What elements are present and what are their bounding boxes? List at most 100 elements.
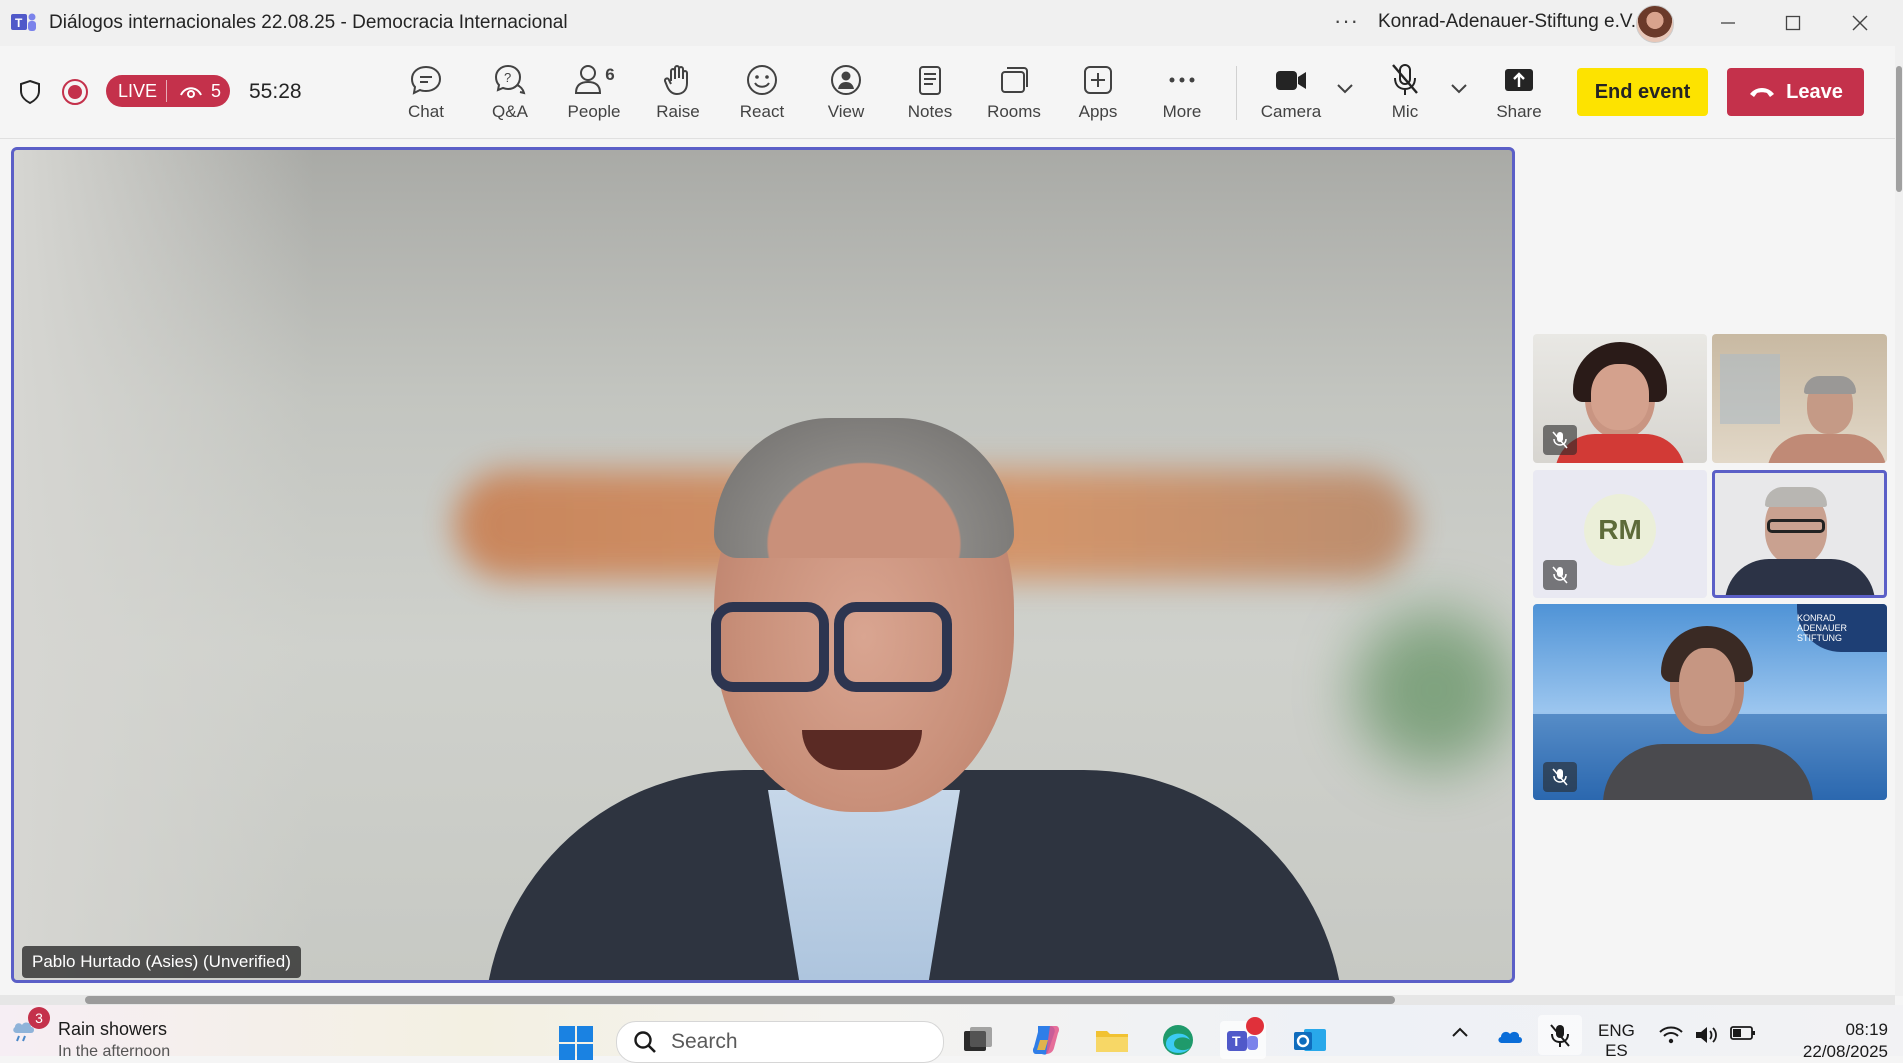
qa-icon: ? [494,64,526,95]
language-primary: ENG [1598,1021,1635,1040]
rooms-label: Rooms [987,102,1041,121]
task-view-button[interactable] [960,1021,998,1059]
speaker-hair [714,418,1014,558]
participant-hair [1804,376,1856,394]
meeting-timer: 55:28 [249,80,302,103]
apps-button[interactable]: Apps [1061,60,1135,130]
main-speaker-video[interactable]: Pablo Hurtado (Asies) (Unverified) [11,147,1515,983]
battery-icon[interactable] [1730,1025,1756,1041]
search-icon [634,1031,656,1053]
mic-label: Mic [1391,102,1419,121]
raise-hand-button[interactable]: Raise [641,60,715,130]
close-icon [1852,15,1868,31]
chat-icon [410,65,442,95]
svg-text:T: T [15,16,23,30]
video-background-plant [1354,610,1512,770]
people-label: People [567,102,621,121]
notes-label: Notes [907,102,953,121]
react-button[interactable]: React [725,60,799,130]
more-label: More [1162,102,1202,121]
meeting-toolbar: LIVE 5 55:28 Chat ? Q&A 6 People Raise R… [0,46,1895,139]
leave-label: Leave [1786,80,1843,103]
system-clock[interactable]: 08:19 22/08/2025 [1780,1019,1888,1063]
mic-button[interactable]: Mic [1368,60,1442,130]
meeting-stage: Pablo Hurtado (Asies) (Unverified) RM KO… [0,139,1895,995]
participant-face-skin [1591,364,1649,430]
maximize-icon [1785,15,1801,31]
participant-hair [1765,487,1827,507]
apps-icon [1084,66,1112,94]
share-icon [1505,69,1533,91]
participant-window [1720,354,1780,424]
share-button[interactable]: Share [1482,60,1556,130]
participant-glasses [1767,519,1825,533]
notification-badge: 3 [28,1007,50,1029]
chat-button[interactable]: Chat [389,60,463,130]
react-label: React [739,102,785,121]
camera-icon [1276,71,1306,90]
outlook-button[interactable] [1291,1021,1329,1059]
participant-tile[interactable] [1712,470,1887,598]
edge-browser-button[interactable] [1159,1021,1197,1059]
people-button[interactable]: 6 People [557,60,631,130]
mic-off-icon [1550,1024,1570,1047]
more-options-button[interactable]: ··· [1334,8,1359,34]
minimize-button[interactable] [1708,8,1748,38]
chevron-up-icon[interactable] [1450,1025,1470,1039]
window-title: Diálogos internacionales 22.08.25 - Demo… [49,12,568,33]
react-icon [747,65,777,95]
camera-button[interactable]: Camera [1254,60,1328,130]
more-button[interactable]: More [1145,60,1219,130]
file-explorer-button[interactable] [1093,1021,1131,1059]
close-button[interactable] [1840,8,1880,38]
volume-icon[interactable] [1694,1025,1720,1045]
shield-icon[interactable] [18,79,42,105]
mic-off-icon [1552,566,1568,584]
participant-shirt [1603,744,1813,800]
eye-icon [180,87,202,98]
view-button[interactable]: View [809,60,883,130]
muted-indicator [1543,425,1577,455]
copilot-button[interactable] [1027,1021,1065,1059]
notes-button[interactable]: Notes [893,60,967,130]
end-event-button[interactable]: End event [1577,68,1708,116]
minimize-icon [1721,22,1735,24]
live-status-badge[interactable]: LIVE 5 [106,75,230,107]
notes-icon [919,66,941,95]
participant-tile[interactable]: RM [1533,470,1707,598]
leave-button[interactable]: Leave [1727,68,1864,116]
horizontal-scrollbar-thumb[interactable] [85,996,1395,1004]
participant-tile[interactable] [1712,334,1887,463]
language-indicator[interactable]: ENG ES [1598,1021,1635,1061]
speaker-glasses-left [711,602,829,692]
live-label: LIVE [106,80,168,102]
muted-indicator [1543,560,1577,590]
avatar[interactable] [1636,5,1674,43]
vertical-scrollbar-thumb[interactable] [1896,66,1902,192]
wifi-icon[interactable] [1658,1025,1684,1045]
qa-button[interactable]: ? Q&A [473,60,547,130]
rooms-button[interactable]: Rooms [977,60,1051,130]
org-name[interactable]: Konrad-Adenauer-Stiftung e.V. [1378,11,1636,33]
mic-off-icon [1552,768,1568,786]
onedrive-icon[interactable] [1496,1025,1524,1045]
mic-tray-button[interactable] [1538,1015,1582,1055]
folder-icon [1096,1031,1128,1052]
participant-tile[interactable]: KONRAD ADENAUER STIFTUNG [1533,604,1887,800]
mic-options-chevron-icon[interactable] [1450,82,1468,94]
people-icon [575,65,602,94]
maximize-button[interactable] [1773,8,1813,38]
taskbar-search-box[interactable]: Search [616,1021,944,1063]
clock-time: 08:19 [1845,1020,1888,1039]
participant-jacket [1725,559,1875,595]
qa-label: Q&A [492,102,528,121]
camera-options-chevron-icon[interactable] [1336,82,1354,94]
weather-subtitle: In the afternoon [58,1043,171,1060]
speaker-name-tag: Pablo Hurtado (Asies) (Unverified) [22,946,301,978]
video-background [14,150,314,980]
teams-taskbar-button[interactable]: T [1220,1017,1266,1059]
participant-tile[interactable] [1533,334,1707,463]
teams-icon[interactable]: T [11,11,37,33]
record-icon[interactable] [62,79,88,105]
chat-label: Chat [408,102,444,121]
